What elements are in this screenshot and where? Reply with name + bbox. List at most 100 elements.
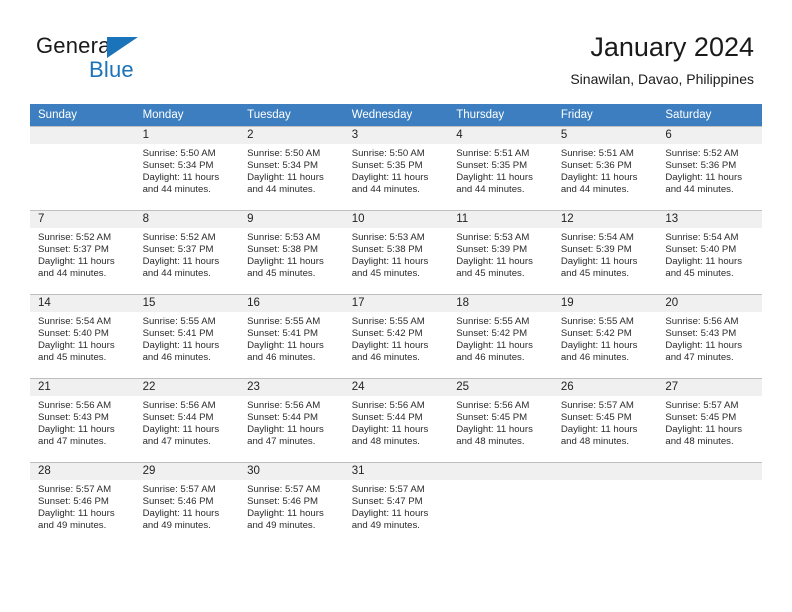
day-number: 15 <box>134 295 240 312</box>
calendar-day-cell[interactable]: 27 Sunrise: 5:57 AM Sunset: 5:45 PM Dayligh… <box>657 378 762 462</box>
sunrise-time: Sunrise: 5:56 AM <box>456 400 530 411</box>
day-details: Sunrise: 5:57 AM Sunset: 5:46 PM Daylight:… <box>239 480 344 532</box>
calendar-day-cell[interactable]: 20 Sunrise: 5:56 AM Sunset: 5:43 PM Dayligh… <box>657 294 762 378</box>
calendar-day-cell[interactable]: 29 Sunrise: 5:57 AM Sunset: 5:46 PM Dayligh… <box>134 462 240 546</box>
calendar-day-cell[interactable]: 28 Sunrise: 5:57 AM Sunset: 5:46 PM Dayligh… <box>30 462 135 546</box>
daylight-duration-line2: and 45 minutes. <box>560 268 630 280</box>
calendar-day-cell[interactable]: 13 Sunrise: 5:54 AM Sunset: 5:40 PM Dayligh… <box>657 210 762 294</box>
calendar-day-cell[interactable]: 3 Sunrise: 5:50 AM Sunset: 5:35 PM Daylight… <box>343 126 449 210</box>
day-details: Sunrise: 5:51 AM Sunset: 5:35 PM Daylight:… <box>448 144 553 196</box>
daylight-duration-line1: Daylight: 11 hours <box>38 340 115 352</box>
day-details: Sunrise: 5:53 AM Sunset: 5:38 PM Daylight:… <box>239 228 344 280</box>
sunrise-sunset-calendar: Sunday Monday Tuesday Wednesday Thursday… <box>30 104 762 546</box>
calendar-day-cell[interactable]: 16 Sunrise: 5:55 AM Sunset: 5:41 PM Dayligh… <box>239 294 344 378</box>
sunrise-time: Sunrise: 5:53 AM <box>456 232 530 243</box>
day-number: 26 <box>552 379 658 396</box>
daylight-duration-line1: Daylight: 11 hours <box>456 256 533 268</box>
calendar-day-cell[interactable]: 18 Sunrise: 5:55 AM Sunset: 5:42 PM Dayligh… <box>448 294 553 378</box>
weekday-header-thursday: Thursday <box>448 104 553 126</box>
calendar-day-cell[interactable]: 8 Sunrise: 5:52 AM Sunset: 5:37 PM Daylight… <box>134 210 240 294</box>
title-block: January 2024 Sinawilan, Davao, Philippin… <box>570 30 754 88</box>
calendar-day-cell[interactable]: 12 Sunrise: 5:54 AM Sunset: 5:39 PM Dayligh… <box>552 210 658 294</box>
sunset-time: Sunset: 5:36 PM <box>665 160 737 172</box>
day-details: Sunrise: 5:55 AM Sunset: 5:42 PM Daylight:… <box>344 312 449 364</box>
daylight-duration-line1: Daylight: 11 hours <box>142 172 220 184</box>
calendar-day-cell[interactable]: 31 Sunrise: 5:57 AM Sunset: 5:47 PM Dayligh… <box>343 462 449 546</box>
daylight-duration-line1: Daylight: 11 hours <box>38 508 115 520</box>
calendar-day-cell[interactable]: 15 Sunrise: 5:55 AM Sunset: 5:41 PM Dayligh… <box>134 294 240 378</box>
daylight-duration-line1: Daylight: 11 hours <box>142 508 220 520</box>
daylight-duration-line1: Daylight: 11 hours <box>247 172 324 184</box>
daylight-duration-line1: Daylight: 11 hours <box>456 340 533 352</box>
daylight-duration-line2: and 44 minutes. <box>456 184 525 196</box>
calendar-day-cell[interactable]: 14 Sunrise: 5:54 AM Sunset: 5:40 PM Dayligh… <box>30 294 135 378</box>
calendar-day-cell[interactable]: 24 Sunrise: 5:56 AM Sunset: 5:44 PM Dayligh… <box>343 378 449 462</box>
daylight-duration-line1: Daylight: 11 hours <box>665 172 742 184</box>
calendar-day-cell[interactable]: 11 Sunrise: 5:53 AM Sunset: 5:39 PM Dayligh… <box>448 210 553 294</box>
calendar-day-cell[interactable]: 30 Sunrise: 5:57 AM Sunset: 5:46 PM Dayligh… <box>239 462 344 546</box>
daylight-duration-line1: Daylight: 11 hours <box>142 424 220 436</box>
sunrise-time: Sunrise: 5:56 AM <box>142 400 216 411</box>
calendar-day-cell[interactable]: 9 Sunrise: 5:53 AM Sunset: 5:38 PM Daylight… <box>239 210 344 294</box>
sunrise-time: Sunrise: 5:55 AM <box>351 316 425 327</box>
weekday-header-wednesday: Wednesday <box>343 104 449 126</box>
day-details: Sunrise: 5:52 AM Sunset: 5:36 PM Daylight:… <box>657 144 762 196</box>
sunrise-time: Sunrise: 5:52 AM <box>665 148 739 159</box>
day-number: 10 <box>343 211 449 228</box>
day-number <box>657 463 762 480</box>
daylight-duration-line2: and 49 minutes. <box>142 520 211 532</box>
sunrise-time: Sunrise: 5:57 AM <box>351 484 425 495</box>
calendar-day-cell[interactable]: 4 Sunrise: 5:51 AM Sunset: 5:35 PM Daylight… <box>448 126 553 210</box>
calendar-day-cell[interactable]: 1 Sunrise: 5:50 AM Sunset: 5:34 PM Daylight… <box>134 126 240 210</box>
page-header: General Blue January 2024 Sinawilan, Dav… <box>0 0 792 104</box>
calendar-week-row: 21 Sunrise: 5:56 AM Sunset: 5:43 PM Dayligh… <box>30 378 762 462</box>
sunrise-time: Sunrise: 5:56 AM <box>665 316 739 327</box>
calendar-day-cell[interactable]: 17 Sunrise: 5:55 AM Sunset: 5:42 PM Dayligh… <box>343 294 449 378</box>
calendar-day-cell[interactable]: 19 Sunrise: 5:55 AM Sunset: 5:42 PM Dayligh… <box>552 294 658 378</box>
calendar-day-cell[interactable]: 25 Sunrise: 5:56 AM Sunset: 5:45 PM Dayligh… <box>448 378 553 462</box>
calendar-day-cell[interactable]: 6 Sunrise: 5:52 AM Sunset: 5:36 PM Daylight… <box>657 126 762 210</box>
sunrise-time: Sunrise: 5:57 AM <box>142 484 216 495</box>
calendar-day-cell[interactable]: 2 Sunrise: 5:50 AM Sunset: 5:34 PM Daylight… <box>239 126 344 210</box>
sunset-time: Sunset: 5:39 PM <box>560 244 632 256</box>
daylight-duration-line1: Daylight: 11 hours <box>560 172 638 184</box>
sunrise-time: Sunrise: 5:55 AM <box>142 316 216 327</box>
day-number: 16 <box>239 295 344 312</box>
day-number <box>448 463 553 480</box>
calendar-day-cell[interactable]: 7 Sunrise: 5:52 AM Sunset: 5:37 PM Daylight… <box>30 210 135 294</box>
day-number <box>30 127 135 144</box>
calendar-week-row: 1 Sunrise: 5:50 AM Sunset: 5:34 PM Daylight… <box>30 126 762 210</box>
day-number: 1 <box>134 127 240 144</box>
sunset-time: Sunset: 5:36 PM <box>560 160 632 172</box>
sunset-time: Sunset: 5:35 PM <box>456 160 528 172</box>
calendar-day-cell[interactable]: 26 Sunrise: 5:57 AM Sunset: 5:45 PM Dayligh… <box>552 378 658 462</box>
sunrise-time: Sunrise: 5:55 AM <box>560 316 634 327</box>
calendar-day-cell[interactable]: 10 Sunrise: 5:53 AM Sunset: 5:38 PM Dayligh… <box>343 210 449 294</box>
daylight-duration-line1: Daylight: 11 hours <box>456 424 533 436</box>
calendar-day-cell[interactable]: 23 Sunrise: 5:56 AM Sunset: 5:44 PM Dayligh… <box>239 378 344 462</box>
daylight-duration-line1: Daylight: 11 hours <box>351 256 429 268</box>
daylight-duration-line1: Daylight: 11 hours <box>560 256 638 268</box>
sunrise-time: Sunrise: 5:57 AM <box>38 484 112 495</box>
calendar-day-cell[interactable]: 22 Sunrise: 5:56 AM Sunset: 5:44 PM Dayligh… <box>134 378 240 462</box>
daylight-duration-line1: Daylight: 11 hours <box>351 508 429 520</box>
sunset-time: Sunset: 5:35 PM <box>351 160 423 172</box>
day-number: 2 <box>239 127 344 144</box>
day-number: 12 <box>552 211 658 228</box>
day-details: Sunrise: 5:50 AM Sunset: 5:34 PM Daylight:… <box>239 144 344 196</box>
sunset-time: Sunset: 5:37 PM <box>142 244 214 256</box>
daylight-duration-line2: and 45 minutes. <box>38 352 107 364</box>
sunrise-time: Sunrise: 5:52 AM <box>142 232 216 243</box>
daylight-duration-line1: Daylight: 11 hours <box>38 424 115 436</box>
daylight-duration-line1: Daylight: 11 hours <box>665 340 742 352</box>
daylight-duration-line1: Daylight: 11 hours <box>351 424 429 436</box>
sunrise-time: Sunrise: 5:54 AM <box>560 232 634 243</box>
calendar-day-cell[interactable]: 5 Sunrise: 5:51 AM Sunset: 5:36 PM Daylight… <box>552 126 658 210</box>
day-number: 4 <box>448 127 553 144</box>
calendar-day-cell[interactable]: 21 Sunrise: 5:56 AM Sunset: 5:43 PM Dayligh… <box>30 378 135 462</box>
day-details: Sunrise: 5:56 AM Sunset: 5:43 PM Daylight:… <box>30 396 135 448</box>
daylight-duration-line2: and 47 minutes. <box>665 352 734 364</box>
day-number: 9 <box>239 211 344 228</box>
calendar-page: General Blue January 2024 Sinawilan, Dav… <box>0 0 792 612</box>
logo-text-general: General <box>36 33 116 58</box>
